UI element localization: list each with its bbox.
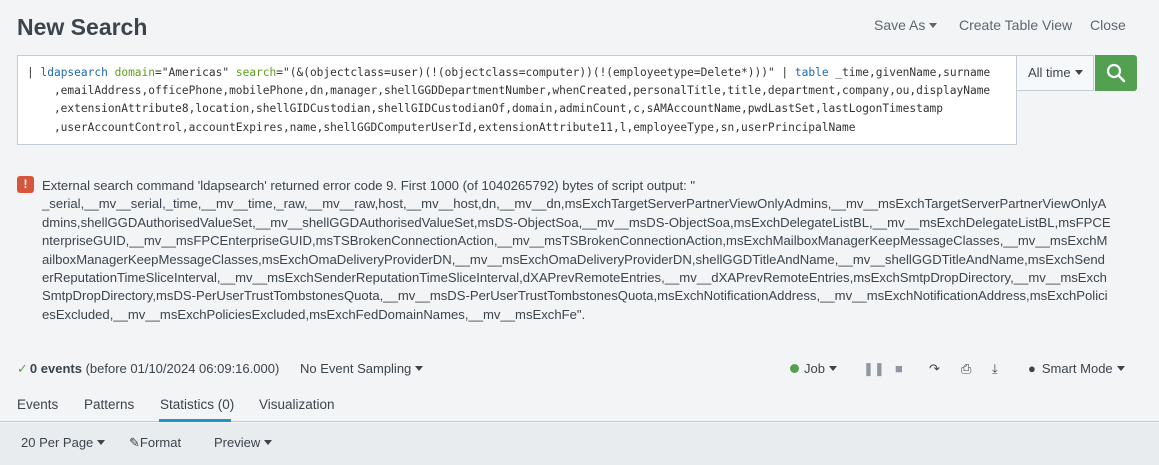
query-text: _time,givenName,surname [828, 66, 991, 79]
time-range-picker[interactable]: All time [1017, 55, 1094, 91]
per-page-label: 20 Per Page [21, 435, 94, 450]
chevron-down-icon [1074, 70, 1083, 75]
active-tab-indicator [159, 419, 231, 422]
chevron-down-icon [929, 23, 938, 28]
tab-patterns[interactable]: Patterns [84, 397, 134, 412]
search-mode-dropdown[interactable]: ● Smart Mode [1028, 361, 1125, 376]
event-sampling-dropdown[interactable]: No Event Sampling [300, 361, 424, 376]
search-button[interactable] [1095, 55, 1137, 91]
time-range-label: All time [1028, 65, 1071, 80]
page-title: New Search [17, 14, 148, 40]
event-count-timestamp: (before 01/10/2024 06:09:16.000) [81, 361, 280, 376]
print-icon[interactable]: ⎙ [961, 361, 971, 377]
search-input[interactable]: | ldapsearch domain="Americas" search="(… [17, 55, 1017, 145]
status-bar: ✓ 0 events (before 01/10/2024 06:09:16.00… [0, 358, 1159, 380]
bulb-icon: ● [1028, 361, 1036, 376]
tab-statistics[interactable]: Statistics (0) [160, 397, 234, 412]
arg-key: domain [114, 66, 156, 79]
event-count-value: 0 events [29, 361, 82, 376]
preview-label: Preview [214, 435, 261, 450]
preview-dropdown[interactable]: Preview [214, 435, 273, 450]
error-icon: ! [17, 176, 34, 193]
error-message: External search command 'ldapsearch' ret… [42, 178, 1111, 322]
results-toolbar: 20 Per Page ✎Format Preview [0, 423, 1159, 465]
tab-visualization[interactable]: Visualization [259, 397, 335, 412]
job-label: Job [804, 361, 825, 376]
create-table-view-button[interactable]: Create Table View [959, 17, 1072, 33]
chevron-down-icon [264, 440, 273, 445]
arg-value: ="Americas" [155, 66, 236, 79]
query-line: ,extensionAttribute8,location,shellGIDCu… [27, 102, 944, 116]
format-label: Format [139, 435, 182, 450]
arg-key: search [235, 66, 277, 79]
search-mode-label: Smart Mode [1041, 361, 1113, 376]
results-tabs: Events Patterns Statistics (0) Visualiza… [0, 387, 1159, 422]
info-icon [790, 364, 799, 373]
search-icon [1106, 63, 1126, 83]
command-token: ldapsearch [40, 66, 108, 79]
format-button[interactable]: ✎Format [129, 435, 181, 451]
pipe-token: | [27, 66, 41, 79]
save-as-label: Save As [874, 17, 926, 33]
per-page-dropdown[interactable]: 20 Per Page [21, 435, 106, 450]
check-icon: ✓ [17, 361, 28, 376]
save-as-menu[interactable]: Save As [874, 17, 938, 33]
query-line: ,userAccountControl,accountExpires,name,… [27, 120, 856, 134]
header: New Search Save As Create Table View Clo… [0, 0, 1159, 56]
chevron-down-icon [1116, 366, 1125, 371]
chevron-down-icon [415, 366, 424, 371]
stop-icon[interactable]: ■ [895, 361, 903, 376]
tab-events[interactable]: Events [17, 397, 58, 412]
pencil-icon: ✎ [129, 435, 140, 450]
arg-value: ="(&(objectclass=user)(!(objectclass=com… [276, 66, 795, 79]
command-token: table [794, 66, 829, 79]
share-icon[interactable]: ↷ [929, 361, 940, 377]
query-line: ,emailAddress,officePhone,mobilePhone,dn… [27, 84, 991, 98]
close-button[interactable]: Close [1090, 17, 1126, 33]
sampling-label: No Event Sampling [300, 361, 412, 376]
chevron-down-icon [97, 440, 106, 445]
chevron-down-icon [828, 366, 837, 371]
event-count: ✓ 0 events (before 01/10/2024 06:09:16.00… [17, 361, 279, 377]
pause-icon[interactable]: ❚❚ [863, 361, 885, 377]
export-icon[interactable]: ⤓ [992, 361, 998, 377]
job-menu[interactable]: Job [790, 361, 837, 376]
